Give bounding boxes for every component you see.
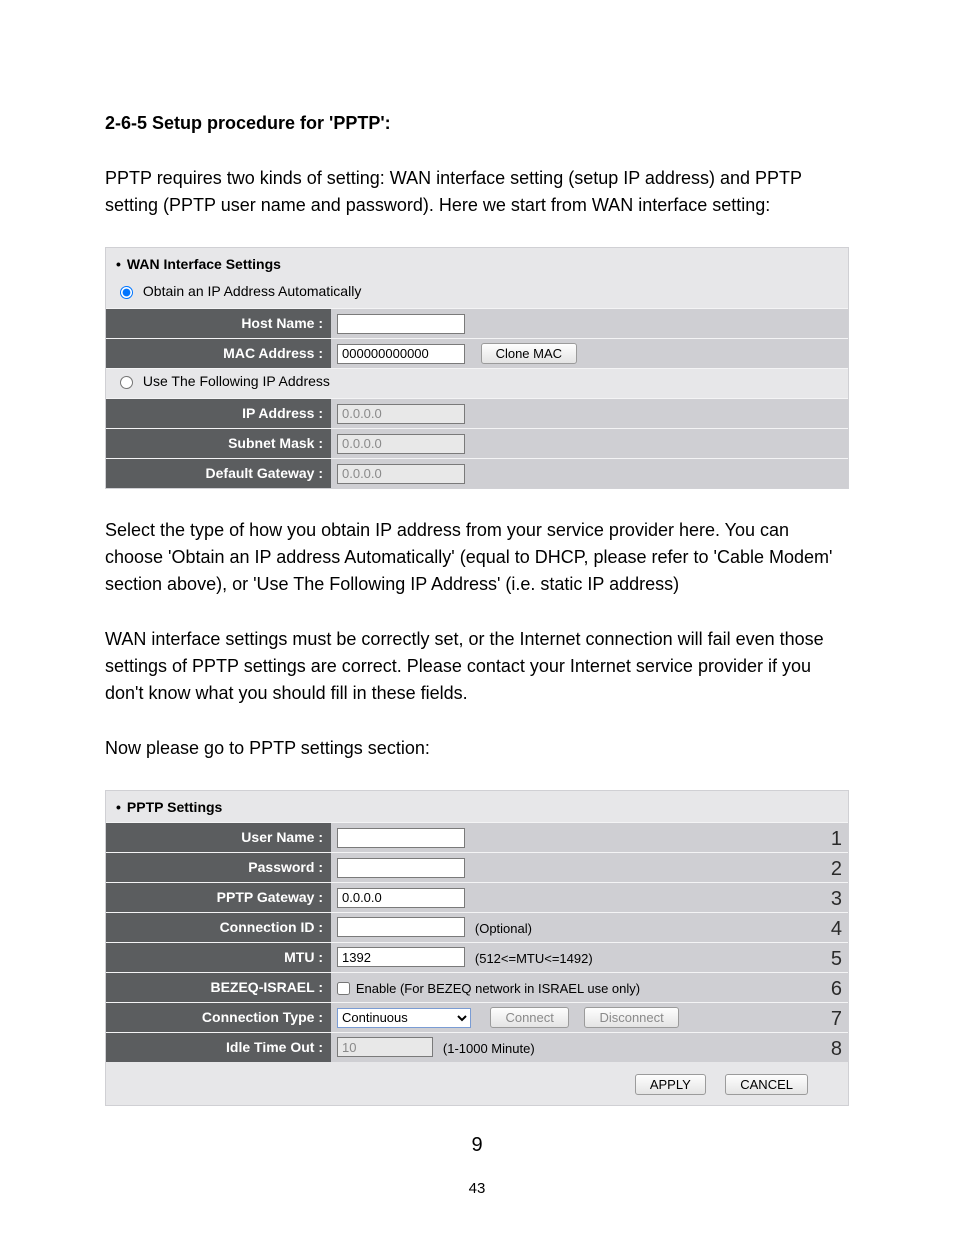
wan-settings-panel: WAN Interface Settings Obtain an IP Addr…: [105, 247, 849, 489]
callout-9: 9: [105, 1130, 849, 1160]
user-name-label: User Name :: [106, 823, 331, 853]
callout-2: 2: [831, 854, 842, 884]
paragraph-intro: PPTP requires two kinds of setting: WAN …: [105, 165, 849, 219]
host-name-label: Host Name :: [106, 309, 331, 339]
connect-button: Connect: [490, 1007, 568, 1028]
connection-id-hint: (Optional): [475, 921, 532, 936]
mtu-hint: (512<=MTU<=1492): [475, 951, 593, 966]
mtu-input[interactable]: [337, 947, 465, 967]
radio-obtain-auto-label: Obtain an IP Address Automatically: [143, 283, 361, 299]
idle-timeout-hint: (1-1000 Minute): [443, 1041, 535, 1056]
radio-static-ip-label: Use The Following IP Address: [143, 373, 330, 389]
callout-1: 1: [831, 824, 842, 854]
bezeq-hint: Enable (For BEZEQ network in ISRAEL use …: [356, 981, 640, 996]
idle-timeout-input: [337, 1037, 433, 1057]
wan-title: WAN Interface Settings: [114, 254, 281, 275]
paragraph-goto-pptp: Now please go to PPTP settings section:: [105, 735, 849, 762]
radio-static-ip[interactable]: Use The Following IP Address: [120, 373, 330, 389]
radio-obtain-auto-input[interactable]: [120, 286, 133, 299]
paragraph-select-type: Select the type of how you obtain IP add…: [105, 517, 849, 598]
section-heading: 2-6-5 Setup procedure for 'PPTP':: [105, 110, 849, 137]
connection-id-input[interactable]: [337, 917, 465, 937]
radio-static-ip-input[interactable]: [120, 376, 133, 389]
default-gateway-input: [337, 464, 465, 484]
password-input[interactable]: [337, 858, 465, 878]
callout-6: 6: [831, 974, 842, 1004]
clone-mac-button[interactable]: Clone MAC: [481, 343, 577, 364]
page-number: 43: [105, 1178, 849, 1201]
callout-5: 5: [831, 944, 842, 974]
pptp-gateway-label: PPTP Gateway :: [106, 883, 331, 913]
connection-type-label: Connection Type :: [106, 1003, 331, 1033]
apply-button[interactable]: APPLY: [635, 1074, 706, 1095]
mac-address-input[interactable]: [337, 344, 465, 364]
callout-4: 4: [831, 914, 842, 944]
password-label: Password :: [106, 853, 331, 883]
mtu-label: MTU :: [106, 943, 331, 973]
callout-7: 7: [831, 1004, 842, 1034]
host-name-input[interactable]: [337, 314, 465, 334]
idle-timeout-label: Idle Time Out :: [106, 1033, 331, 1063]
bezeq-label: BEZEQ-ISRAEL :: [106, 973, 331, 1003]
connection-type-select[interactable]: Continuous: [337, 1008, 471, 1028]
mac-address-label: MAC Address :: [106, 339, 331, 369]
ip-address-label: IP Address :: [106, 399, 331, 429]
default-gateway-label: Default Gateway :: [106, 459, 331, 489]
radio-obtain-auto[interactable]: Obtain an IP Address Automatically: [120, 283, 361, 299]
disconnect-button: Disconnect: [584, 1007, 678, 1028]
subnet-mask-input: [337, 434, 465, 454]
callout-8: 8: [831, 1034, 842, 1064]
pptp-title: PPTP Settings: [114, 797, 222, 818]
paragraph-wan-warning: WAN interface settings must be correctly…: [105, 626, 849, 707]
cancel-button[interactable]: CANCEL: [725, 1074, 808, 1095]
callout-3: 3: [831, 884, 842, 914]
pptp-settings-panel: PPTP Settings User Name : 1 Password : 2…: [105, 790, 849, 1106]
pptp-gateway-input[interactable]: [337, 888, 465, 908]
subnet-mask-label: Subnet Mask :: [106, 429, 331, 459]
connection-id-label: Connection ID :: [106, 913, 331, 943]
ip-address-input: [337, 404, 465, 424]
user-name-input[interactable]: [337, 828, 465, 848]
bezeq-checkbox[interactable]: [337, 982, 350, 995]
